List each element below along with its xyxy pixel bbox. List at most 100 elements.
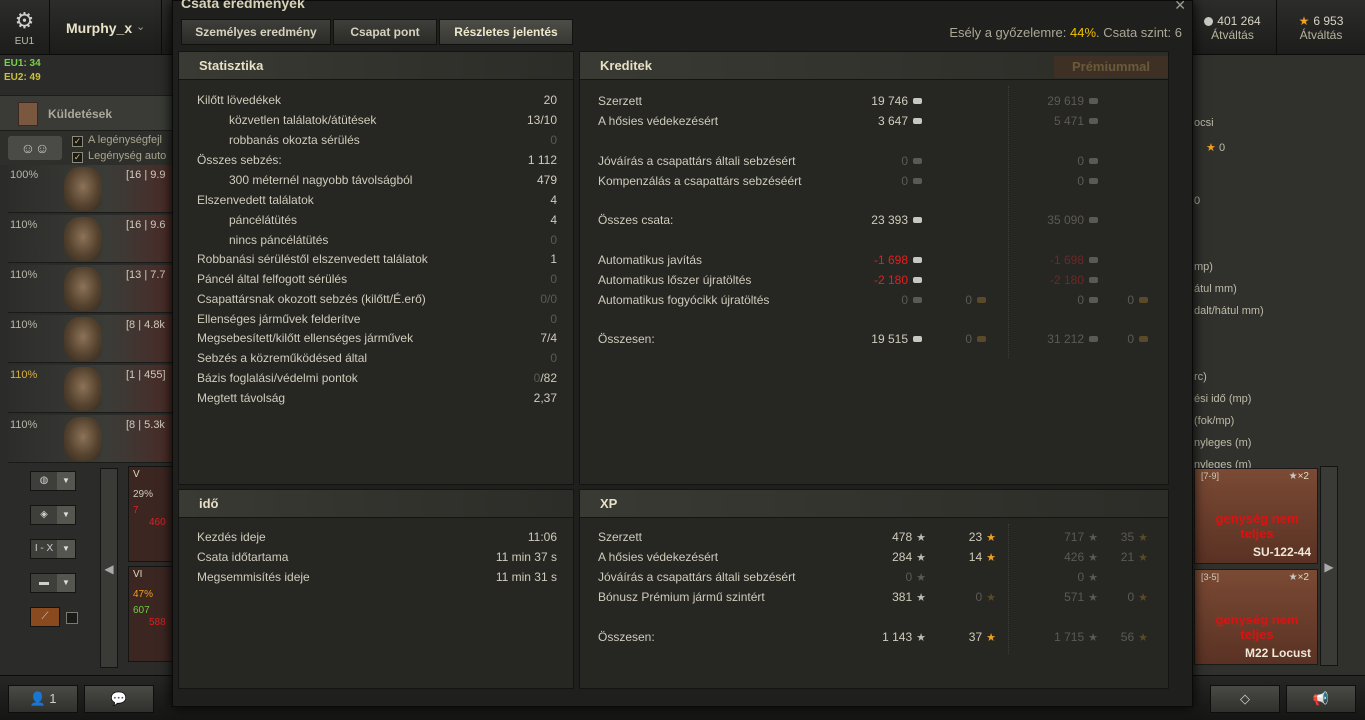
crew-portrait <box>64 317 102 361</box>
tab-detailed-report[interactable]: Részletes jelentés <box>439 19 573 45</box>
premium-header: Prémiummal <box>1054 56 1168 78</box>
crew-icon[interactable]: ☺☺ <box>8 136 62 160</box>
xp-row: Jóváírás a csapattárs általi sebzésért 0 ★… <box>598 570 1098 584</box>
globe-icon: ◍ <box>39 475 49 486</box>
star-icon: ★ <box>1206 142 1216 154</box>
checkbox-icon[interactable]: ✓ <box>72 152 83 163</box>
crew-member[interactable]: 110% [1 | 455] <box>8 365 174 413</box>
xp-row: Összesen: 1 143 ★ 37 ★ 1 715 ★ 56 ★ <box>598 630 1148 644</box>
user-icon: 👤 <box>29 691 46 706</box>
carousel-right-arrow[interactable]: ▶ <box>1320 466 1338 666</box>
dropdown-arrow-icon: ▼ <box>57 472 75 490</box>
statistics-header: Statisztika <box>199 58 264 73</box>
dropdown-arrow-icon: ▼ <box>57 506 75 524</box>
diamond-icon: ◇ <box>1240 691 1250 706</box>
stat-row: közvetlen találatok/átütések 13/10 <box>229 113 557 127</box>
xp-row: Bónusz Prémium jármű szintért 381 ★ 0 ★ 571 ★ 0… <box>598 590 1148 604</box>
star-icon: ★ <box>1288 471 1298 482</box>
missions-label: Küldetések <box>48 107 113 121</box>
game-client: ⚙ EU1 Murphy_x ⌄ 401 264 Átváltás ★ 6 953… <box>0 0 1365 720</box>
gold-exchange-button[interactable]: ★ 6 953 Átváltás <box>1276 0 1365 55</box>
chevron-down-icon: ⌄ <box>136 21 146 33</box>
xp-header: XP <box>600 496 618 511</box>
vehicle-name: M22 Locust <box>1244 646 1311 660</box>
silver-exchange-button[interactable]: 401 264 Átváltás <box>1188 0 1276 55</box>
tab-team-score[interactable]: Csapat pont <box>333 19 437 45</box>
stat-row: Elszenvedett találatok 4 <box>197 193 557 207</box>
stat-row: Robbanási sérüléstől elszenvedett talála… <box>197 252 557 266</box>
xp-panel: XP Szerzett 478 ★ 23 ★ 717 ★ 35 ★ A hősies védek… <box>579 489 1169 689</box>
vehicle-card-m22-locust[interactable]: [3-5] ★×2 genység nem teljes M22 Locust <box>1194 569 1318 665</box>
crew-member[interactable]: 110% [16 | 9.6 <box>8 215 174 263</box>
crew-member[interactable]: 110% [8 | 5.3k <box>8 415 174 463</box>
clan-button[interactable]: ◇ <box>1210 685 1280 713</box>
silver-coin-icon <box>1204 17 1214 27</box>
tier-filter[interactable]: I - X ▼ <box>30 539 76 559</box>
premium-checkbox[interactable] <box>66 612 78 624</box>
gold-amount: 6 953 <box>1313 14 1344 28</box>
stat-row: Ellenséges járművek felderítve 0 <box>197 312 557 326</box>
crew-portrait <box>64 267 102 311</box>
gear-icon: ⚙ <box>14 8 35 33</box>
statistics-panel: Statisztika Kilőtt lövedékek 20 közvetlen… <box>178 51 574 485</box>
settings-button[interactable]: ⚙ EU1 <box>0 0 50 55</box>
crew-header: ☺☺ ✓ A legénységfejl ✓ Legénység auto <box>0 131 174 165</box>
credit-row: A hősies védekezésért 3 647 5 471 <box>598 112 1158 132</box>
nation-filter[interactable]: ◍ ▼ <box>30 471 76 491</box>
vehicle-card-su-122-44[interactable]: [7-9] ★×2 genység nem teljes SU-122-44 <box>1194 468 1318 564</box>
vehicle-name: SU-122-44 <box>1252 545 1311 559</box>
crew-incomplete-warning: genység nem teljes <box>1215 612 1299 642</box>
star-icon: ★ <box>1288 572 1298 583</box>
silver-exchange-label: Átváltás <box>1211 28 1254 42</box>
tank-card[interactable]: V 29% 7 460 <box>128 466 174 562</box>
crew-member[interactable]: 110% [8 | 4.8k <box>8 315 174 363</box>
dropdown-arrow-icon: ▼ <box>57 540 75 558</box>
platoon-button[interactable]: 👤 1 <box>8 685 78 713</box>
crew-portrait <box>64 217 102 261</box>
crew-member[interactable]: 100% [16 | 9.9 <box>8 165 174 213</box>
silver-amount: 401 264 <box>1217 14 1261 28</box>
left-panel: EU1: 34 EU2: 49 Küldetések ☺☺ ✓ A legénys… <box>0 55 174 675</box>
chat-button[interactable]: 💬 <box>84 685 154 713</box>
stat-row: nincs páncélátütés 0 <box>229 233 557 247</box>
tank-card[interactable]: VI 47% 607 588 <box>128 566 174 662</box>
credit-row: Automatikus fogyócikk újratöltés 0 0 0 0 <box>598 291 1158 311</box>
stat-row: Sebzés a közreműködésed által 0 <box>197 351 557 365</box>
missions-button[interactable]: Küldetések <box>0 95 174 131</box>
credits-panel: Kreditek Prémiummal Szerzett 19 746 29 619 … <box>579 51 1169 485</box>
dropdown-arrow-icon: ▼ <box>57 574 75 592</box>
crew-option-accelerate[interactable]: ✓ A legénységfejl <box>72 134 162 147</box>
player-menu[interactable]: Murphy_x ⌄ <box>52 0 162 55</box>
megaphone-icon: 📢 <box>1312 691 1330 706</box>
stat-row: Csapattársnak okozott sebzés (kilőtt/É.e… <box>197 292 557 306</box>
tab-personal-results[interactable]: Személyes eredmény <box>181 19 331 45</box>
eu1-online: EU1: 34 <box>4 58 41 69</box>
notifications-button[interactable]: 📢 <box>1286 685 1356 713</box>
close-icon[interactable]: ✕ <box>1174 0 1186 14</box>
crew-portrait <box>64 417 102 461</box>
crew-incomplete-warning: genység nem teljes <box>1215 511 1299 541</box>
carousel-left-arrow[interactable]: ◀ <box>100 468 118 668</box>
battle-results-dialog: Csata eredmények ✕ Személyes eredmény Cs… <box>172 0 1193 707</box>
credit-row: Automatikus lőszer újratöltés -2 180 -2 18… <box>598 271 1158 291</box>
premium-filter[interactable]: ⟋ <box>30 607 60 627</box>
missions-icon <box>18 102 38 126</box>
credit-row: Jóváírás a csapattárs általi sebzésért 0 0 <box>598 152 1158 172</box>
stat-row: Páncél által felfogott sérülés 0 <box>197 272 557 286</box>
crew-option-auto[interactable]: ✓ Legénység auto <box>72 150 166 163</box>
checkbox-icon[interactable]: ✓ <box>72 136 83 147</box>
type-filter[interactable]: ▬ ▼ <box>30 573 76 593</box>
win-chance-value: 44% <box>1069 25 1097 40</box>
crew-member[interactable]: 110% [13 | 7.7 <box>8 265 174 313</box>
stat-row: robbanás okozta sérülés 0 <box>229 133 557 147</box>
chat-icon: 💬 <box>110 691 128 706</box>
xp-row: Szerzett 478 ★ 23 ★ 717 ★ 35 ★ <box>598 530 1148 544</box>
role-filter[interactable]: ◈ ▼ <box>30 505 76 525</box>
stat-row: Összes sebzés: 1 112 <box>197 153 557 167</box>
time-row: Csata időtartama 11 min 37 s <box>197 550 557 564</box>
credits-header: Kreditek <box>600 58 653 73</box>
credit-row: Összes csata: 23 393 35 090 <box>598 211 1158 231</box>
time-header: idő <box>199 496 219 511</box>
stat-row: páncélátütés 4 <box>229 213 557 227</box>
crew-portrait <box>64 367 102 411</box>
